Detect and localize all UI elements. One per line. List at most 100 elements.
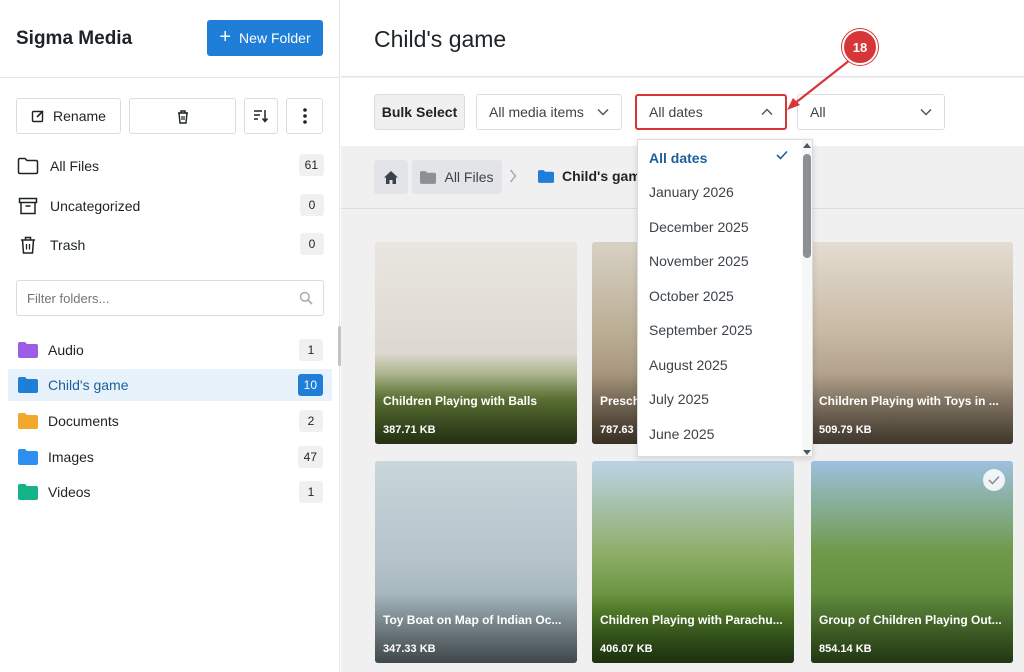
card-size: 387.71 KB [383,424,436,436]
folder-icon [18,484,38,500]
chevron-up-icon [761,108,773,116]
media-type-select[interactable]: All media items [476,94,622,130]
folder-outline-icon [16,154,40,178]
dropdown-scrollbar[interactable] [802,140,812,456]
new-folder-label: New Folder [239,30,311,46]
date-option[interactable]: June 2025 [638,417,804,451]
card-title: Children Playing with Balls [383,394,538,408]
annotation-step-badge: 18 [842,29,878,65]
nav-label: Trash [50,237,86,253]
trash-icon [16,233,40,257]
card-title: Children Playing with Toys in ... [819,394,999,408]
nav-label: Uncategorized [50,198,141,214]
nav-label: All Files [50,158,100,174]
media-toolbar: Bulk Select All media items All dates Al… [341,78,1024,146]
folder-count: 10 [297,374,323,396]
card-size: 406.07 KB [600,643,653,655]
page-title: Child's game [374,26,507,52]
folder-count: 1 [299,339,323,361]
filter-placeholder: Filter folders... [27,290,110,306]
date-option[interactable]: November 2025 [638,244,804,278]
card-size: 854.14 KB [819,643,872,655]
trash-icon [177,109,188,124]
scroll-up-icon [803,143,811,148]
main-header: Child's game [341,0,1024,77]
sort-icon [254,110,269,123]
filter-folders-input[interactable]: Filter folders... [16,280,324,316]
date-option[interactable]: September 2025 [638,313,804,347]
scroll-down-icon [803,450,811,455]
new-folder-button[interactable]: + New Folder [207,20,323,56]
card-title: Children Playing with Parachu... [600,613,783,627]
nav-count: 0 [300,233,324,255]
chevron-down-icon [597,108,609,116]
breadcrumb-current-label: Child's game [562,168,649,184]
date-dropdown-menu: All dates January 2026 December 2025 Nov… [637,139,813,457]
nav-all-files[interactable]: All Files 61 [16,152,324,180]
folder-icon [18,449,38,465]
breadcrumb-all-files[interactable]: All Files [412,160,502,194]
folder-childs-game[interactable]: Child's game 10 [8,369,332,401]
media-card[interactable]: Group of Children Playing Out... 854.14 … [811,461,1013,663]
brand-title: Sigma Media [16,28,133,49]
folder-count: 47 [297,446,323,468]
sidebar-divider [0,77,340,78]
folder-icon [18,413,38,429]
scrollbar-thumb[interactable] [803,154,811,258]
folder-label: Audio [48,342,84,358]
annotation-arrow [787,59,851,110]
card-title: Toy Boat on Map of Indian Oc... [383,613,562,627]
media-card[interactable]: Children Playing with Balls 387.71 KB [375,242,577,444]
sort-button[interactable] [244,98,278,134]
date-option[interactable]: October 2025 [638,279,804,313]
home-icon [384,170,398,184]
card-size: 347.33 KB [383,643,436,655]
date-option[interactable]: August 2025 [638,348,804,382]
archive-icon [16,194,40,218]
folder-images[interactable]: Images 47 [8,441,332,473]
date-select[interactable]: All dates [635,94,787,130]
folder-documents[interactable]: Documents 2 [8,405,332,437]
media-type-value: All media items [489,104,584,120]
plus-icon: + [219,26,232,48]
more-vertical-icon [302,108,307,124]
nav-count: 61 [298,154,324,176]
folder-label: Documents [48,413,119,429]
breadcrumb-all-files-label: All Files [444,169,494,185]
date-select-value: All dates [649,104,703,120]
folder-icon [18,342,38,358]
nav-trash[interactable]: Trash 0 [16,231,324,259]
folder-label: Child's game [48,377,129,393]
pencil-icon [31,110,44,123]
breadcrumb-current: Child's game [538,168,649,184]
rename-label: Rename [53,108,106,124]
folder-videos[interactable]: Videos 1 [8,476,332,508]
card-size: 509.79 KB [819,424,872,436]
folder-label: Videos [48,484,91,500]
breadcrumb-home[interactable] [374,160,408,194]
date-option[interactable]: July 2025 [638,382,804,416]
media-card[interactable]: Children Playing with Parachu... 406.07 … [592,461,794,663]
search-icon [299,291,313,305]
nav-uncategorized[interactable]: Uncategorized 0 [16,192,324,220]
folder-count: 2 [299,410,323,432]
delete-button[interactable] [129,98,236,134]
card-title: Group of Children Playing Out... [819,613,1002,627]
folder-count: 1 [299,481,323,503]
more-options-button[interactable] [286,98,323,134]
media-card[interactable]: Children Playing with Toys in ... 509.79… [811,242,1013,444]
folder-icon [18,377,38,393]
media-card[interactable]: Toy Boat on Map of Indian Oc... 347.33 K… [375,461,577,663]
sidebar: Sigma Media + New Folder Rename All File… [0,0,340,672]
select-check-icon[interactable] [983,469,1005,491]
chevron-right-icon [509,169,517,183]
folder-icon [420,170,437,184]
date-option[interactable]: December 2025 [638,210,804,244]
date-option[interactable]: January 2026 [638,175,804,209]
bulk-select-button[interactable]: Bulk Select [374,94,465,130]
rename-button[interactable]: Rename [16,98,121,134]
chevron-down-icon [920,108,932,116]
check-icon [776,150,788,160]
folder-label: Images [48,449,94,465]
folder-audio[interactable]: Audio 1 [8,334,332,366]
